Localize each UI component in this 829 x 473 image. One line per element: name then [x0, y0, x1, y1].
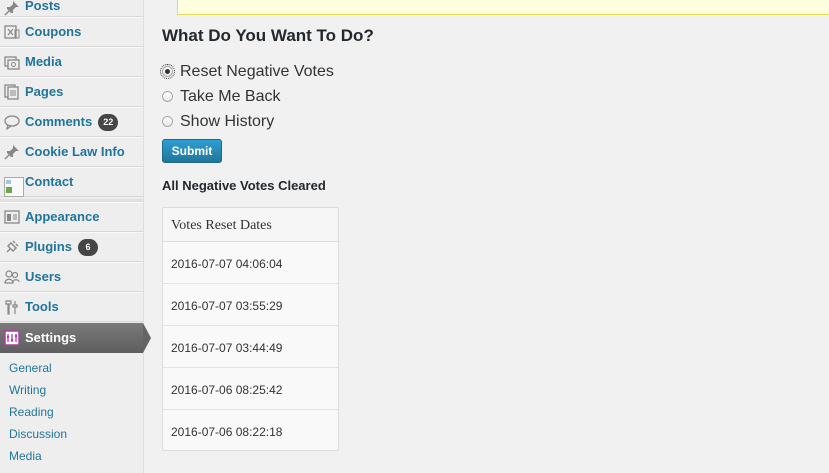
- submenu-reading[interactable]: Reading: [9, 405, 54, 419]
- menu-label: Cookie Law Info: [25, 144, 125, 159]
- radio-label[interactable]: Reset Negative Votes: [180, 63, 334, 81]
- menu-label: Plugins 6: [25, 239, 98, 256]
- menu-appearance[interactable]: Appearance: [0, 202, 143, 232]
- menu-pages[interactable]: Pages: [0, 77, 143, 107]
- submenu-writing[interactable]: Writing: [9, 383, 46, 397]
- table-row: 2016-07-07 03:44:49: [163, 326, 338, 368]
- main-content: What Do You Want To Do? Reset Negative V…: [144, 0, 829, 473]
- menu-label: Tools: [25, 299, 59, 314]
- pages-icon: [4, 84, 20, 100]
- comments-count-badge: 22: [98, 114, 119, 131]
- media-icon: [4, 54, 20, 70]
- menu-label: Posts: [25, 0, 61, 13]
- votes-reset-table: Votes Reset Dates 2016-07-07 04:06:04 20…: [162, 207, 339, 451]
- table-row: 2016-07-06 08:22:18: [171, 425, 283, 439]
- menu-label: Comments 22: [25, 114, 119, 131]
- menu-settings[interactable]: Settings: [0, 323, 151, 353]
- menu-coupons[interactable]: Coupons: [0, 17, 143, 47]
- submenu-general[interactable]: General: [9, 361, 52, 375]
- submit-button[interactable]: Submit: [162, 139, 222, 163]
- table-row: 2016-07-07 04:06:04: [163, 242, 338, 284]
- menu-label: Media: [25, 54, 62, 69]
- tools-icon: [4, 299, 20, 315]
- menu-label: Pages: [25, 84, 64, 99]
- menu-label: Users: [25, 269, 62, 284]
- menu-label: Settings: [25, 330, 77, 345]
- table-header: Votes Reset Dates: [163, 208, 338, 242]
- broken-image-icon: [4, 177, 24, 197]
- plugins-count-badge: 6: [77, 239, 98, 256]
- radio-selected-dot: [165, 69, 170, 74]
- menu-label-text: Plugins: [25, 239, 72, 254]
- notice-bar: [177, 0, 829, 15]
- submenu-discussion[interactable]: Discussion: [9, 427, 67, 441]
- status-message: All Negative Votes Cleared: [162, 178, 326, 193]
- menu-tools[interactable]: Tools: [0, 292, 143, 322]
- menu-contact[interactable]: Contact: [0, 167, 143, 197]
- menu-plugins[interactable]: Plugins 6: [0, 232, 143, 262]
- menu-users[interactable]: Users: [0, 262, 143, 292]
- coupon-icon: [4, 24, 20, 40]
- radio-button[interactable]: [162, 116, 173, 127]
- menu-cookie-law-info[interactable]: Cookie Law Info: [0, 137, 143, 167]
- admin-sidebar: Posts Coupons Media Pages Comments 22 Coo…: [0, 0, 151, 473]
- menu-media[interactable]: Media: [0, 47, 143, 77]
- menu-comments[interactable]: Comments 22: [0, 107, 143, 137]
- menu-label: Contact: [25, 174, 74, 189]
- page-title: What Do You Want To Do?: [162, 26, 374, 45]
- menu-label: Coupons: [25, 24, 82, 39]
- radio-label[interactable]: Show History: [180, 113, 274, 131]
- radio-button[interactable]: [162, 91, 173, 102]
- submenu-media[interactable]: Media: [9, 449, 42, 463]
- pushpin-icon: [4, 0, 20, 16]
- table-row: 2016-07-07 03:55:29: [163, 284, 338, 326]
- menu-posts[interactable]: Posts: [0, 0, 143, 17]
- settings-icon: [4, 330, 20, 346]
- radio-label[interactable]: Take Me Back: [180, 88, 280, 106]
- menu-label-text: Comments: [25, 114, 93, 129]
- appearance-icon: [4, 209, 20, 225]
- plugin-icon: [4, 239, 20, 255]
- comment-icon: [4, 114, 20, 130]
- radio-button[interactable]: [160, 64, 175, 79]
- menu-label: Appearance: [25, 209, 100, 224]
- pushpin-icon: [4, 144, 20, 160]
- table-row: 2016-07-06 08:25:42: [163, 368, 338, 410]
- users-icon: [4, 269, 20, 285]
